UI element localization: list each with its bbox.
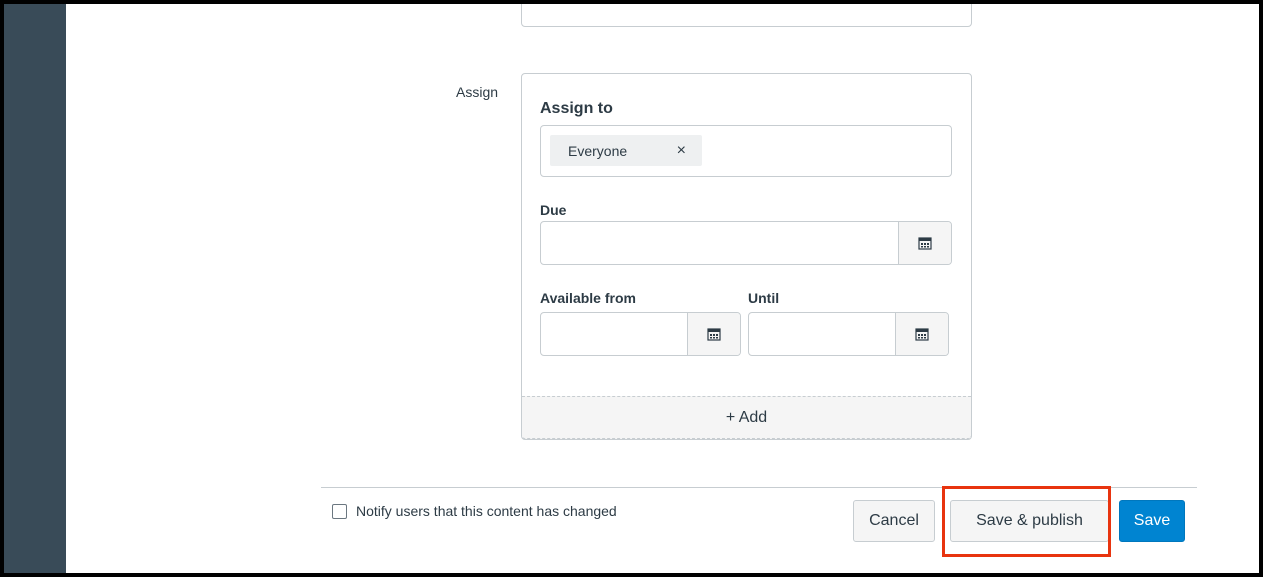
due-calendar-button[interactable]	[898, 222, 951, 264]
available-from-field	[540, 312, 741, 356]
calendar-icon	[918, 237, 932, 250]
until-label: Until	[748, 290, 780, 306]
calendar-icon	[915, 328, 929, 341]
until-calendar-button[interactable]	[895, 313, 948, 355]
due-date-input[interactable]	[541, 222, 899, 264]
due-label: Due	[540, 202, 567, 218]
assign-to-input[interactable]: Everyone ×	[540, 125, 952, 177]
available-from-label: Available from	[540, 290, 636, 306]
cancel-button[interactable]: Cancel	[853, 500, 935, 542]
due-date-field	[540, 221, 952, 265]
until-input[interactable]	[749, 313, 896, 355]
available-from-input[interactable]	[541, 313, 688, 355]
add-assignment-label: + Add	[725, 409, 768, 426]
add-assignment-button[interactable]: + Add	[522, 396, 971, 439]
save-and-publish-button[interactable]: Save & publish	[950, 500, 1109, 542]
until-field	[748, 312, 949, 356]
checkbox-icon[interactable]	[332, 503, 347, 519]
notify-users-label: Notify users that this content has chang…	[356, 503, 617, 519]
previous-field[interactable]	[521, 4, 972, 27]
available-from-calendar-button[interactable]	[687, 313, 740, 355]
page-frame: Assign Assign to Everyone × Due Availabl…	[4, 4, 1259, 573]
assign-label: Assign	[456, 84, 499, 100]
assign-card: Assign to Everyone × Due Available from	[521, 73, 972, 440]
save-button[interactable]: Save	[1119, 500, 1185, 542]
assignee-chip: Everyone ×	[550, 135, 702, 166]
footer-divider	[321, 487, 1197, 488]
left-sidebar	[4, 4, 66, 573]
close-icon[interactable]: ×	[677, 142, 686, 160]
assign-to-title: Assign to	[540, 100, 613, 117]
calendar-icon	[707, 328, 721, 341]
assignee-chip-label: Everyone	[568, 142, 628, 159]
notify-users-option[interactable]: Notify users that this content has chang…	[332, 503, 617, 519]
